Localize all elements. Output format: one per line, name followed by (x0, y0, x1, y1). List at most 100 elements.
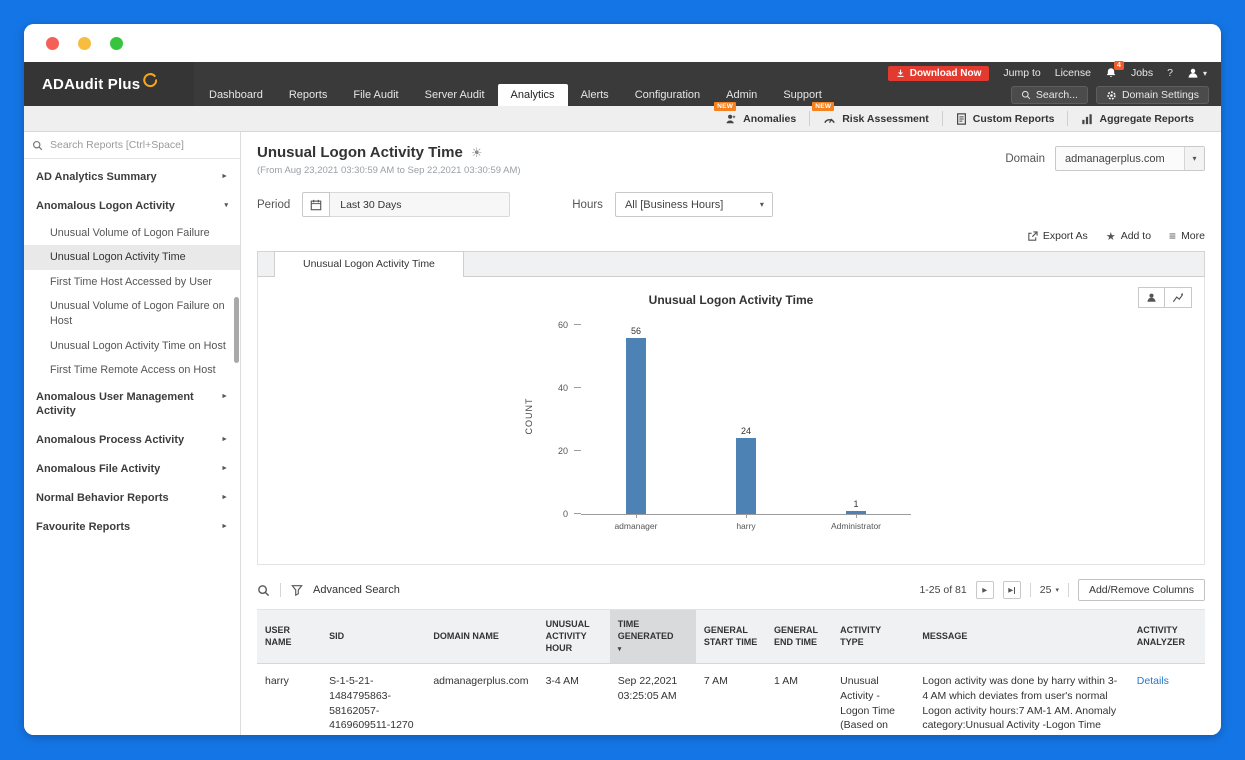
chart-title: Unusual Logon Activity Time (648, 293, 814, 307)
maximize-window-button[interactable] (110, 36, 123, 50)
export-as-button[interactable]: Export As (1027, 230, 1088, 242)
sidebar-group-anomalous-user-management[interactable]: Anomalous User Management Activity ► (24, 383, 240, 427)
column-header-general-end-time[interactable]: GENERAL END TIME (766, 609, 833, 664)
details-link[interactable]: Details (1137, 675, 1169, 687)
caret-down-icon: ▾ (1202, 68, 1207, 78)
chevron-right-icon: ► (221, 392, 228, 400)
sidebar-group-favourite-reports[interactable]: Favourite Reports ► (24, 513, 240, 542)
sidebar-group-anomalous-process-activity[interactable]: Anomalous Process Activity ► (24, 426, 240, 455)
hours-select[interactable]: All [Business Hours] ▾ (614, 192, 773, 217)
sidebar-search-input[interactable] (50, 139, 232, 151)
page-size-select[interactable]: 25 ▾ (1040, 584, 1059, 596)
advanced-search-link[interactable]: Advanced Search (313, 584, 400, 596)
add-to-button[interactable]: ★ Add to (1106, 230, 1151, 243)
chevron-down-icon: ▾ (1184, 147, 1204, 170)
funnel-icon[interactable] (291, 584, 303, 596)
header-quick-actions: Search... Domain Settings (1010, 84, 1221, 106)
column-header-time-generated[interactable]: TIME GENERATED ▾ (609, 609, 696, 664)
notifications-bell-button[interactable]: 4 (1105, 61, 1124, 79)
period-input[interactable] (330, 192, 511, 217)
sidebar-item-unusual-logon-activity-time-host[interactable]: Unusual Logon Activity Time on Host (24, 334, 240, 359)
minimize-window-button[interactable] (78, 36, 91, 50)
domain-select[interactable]: admanagerplus.com ▾ (1055, 146, 1205, 171)
search-icon[interactable] (257, 584, 270, 597)
last-page-button[interactable]: ▶ (1002, 581, 1021, 599)
report-ribbon: NEW Anomalies NEW Risk Assessment Custom… (24, 101, 1221, 132)
bar-value-label: 1 (853, 498, 859, 509)
cell-sid: S-1-5-21-1484795863-58162057-4169609511-… (329, 674, 414, 732)
tab-unusual-logon-activity-time[interactable]: Unusual Logon Activity Time (274, 251, 464, 277)
chart-view-toggle-button[interactable] (1165, 287, 1192, 308)
user-view-toggle-button[interactable] (1138, 287, 1165, 308)
report-actions: Export As ★ Add to ≡ More (257, 229, 1205, 243)
sidebar-search (24, 132, 240, 159)
close-window-button[interactable] (46, 36, 59, 50)
nav-item-file-audit[interactable]: File Audit (340, 84, 411, 106)
sidebar-item-first-time-remote-access-host[interactable]: First Time Remote Access on Host (24, 358, 240, 383)
aggregate-reports-button[interactable]: Aggregate Reports (1068, 113, 1207, 125)
sidebar-group-ad-analytics-summary[interactable]: AD Analytics Summary ► (24, 163, 240, 192)
brand-logo[interactable]: ADAudit Plus (24, 62, 194, 106)
y-tick-label: 40 (557, 383, 568, 394)
column-header-activity-type[interactable]: ACTIVITY TYPE (832, 609, 915, 664)
license-menu[interactable]: License (1055, 67, 1091, 79)
app-header: ADAudit Plus Download Now Jump to Licens… (24, 61, 1221, 106)
window-titlebar (24, 24, 1221, 62)
nav-item-server-audit[interactable]: Server Audit (412, 84, 498, 106)
table-toolbar: Advanced Search 1-25 of 81 ▶ ▶ 25 ▾ Add/… (257, 579, 1205, 601)
more-button[interactable]: ≡ More (1169, 229, 1205, 243)
chevron-right-icon: ► (221, 436, 228, 444)
sun-icon[interactable]: ☀ (471, 145, 483, 161)
jump-to-menu[interactable]: Jump to (1003, 67, 1040, 79)
y-tick-label: 0 (562, 509, 568, 519)
download-now-button[interactable]: Download Now (887, 65, 990, 81)
nav-item-analytics[interactable]: Analytics (497, 84, 568, 106)
sidebar-group-normal-behavior-reports[interactable]: Normal Behavior Reports ► (24, 484, 240, 513)
global-search-button[interactable]: Search... (1010, 86, 1088, 104)
custom-reports-button[interactable]: Custom Reports (943, 113, 1068, 125)
chart-bar[interactable] (736, 438, 756, 514)
cell-general-start-time: 7 AM (703, 674, 728, 687)
next-page-button[interactable]: ▶ (975, 581, 994, 599)
column-header-unusual-activity-hour[interactable]: UNUSUAL ACTIVITY HOUR (537, 609, 610, 664)
export-icon (1027, 230, 1038, 242)
column-header-general-start-time[interactable]: GENERAL START TIME (695, 609, 767, 664)
sidebar-item-unusual-logon-activity-time[interactable]: Unusual Logon Activity Time (24, 245, 240, 270)
anomalies-button[interactable]: NEW Anomalies (712, 101, 809, 125)
cell-unusual-activity-hour: 3-4 AM (545, 674, 579, 687)
nav-item-configuration[interactable]: Configuration (622, 84, 713, 106)
chart-bar-slot: 24 harry (736, 325, 756, 531)
jobs-menu[interactable]: Jobs (1131, 67, 1153, 79)
domain-settings-button[interactable]: Domain Settings (1095, 86, 1209, 104)
sidebar-scrollbar-thumb[interactable] (234, 297, 239, 363)
chart-bar[interactable] (625, 337, 646, 514)
column-header-message[interactable]: MESSAGE (914, 609, 1129, 664)
sidebar-item-first-time-host-accessed[interactable]: First Time Host Accessed by User (24, 270, 240, 295)
divider (280, 583, 281, 597)
help-button[interactable]: ? (1167, 67, 1173, 79)
add-remove-columns-button[interactable]: Add/Remove Columns (1077, 579, 1205, 601)
sidebar-report-tree: AD Analytics Summary ► Anomalous Logon A… (24, 159, 240, 542)
report-tab-strip: Unusual Logon Activity Time (257, 251, 1205, 277)
y-tick-mark (574, 324, 581, 325)
sidebar-item-unusual-volume-logon-failure-host[interactable]: Unusual Volume of Logon Failure on Host (24, 294, 240, 333)
sidebar-group-anomalous-file-activity[interactable]: Anomalous File Activity ► (24, 455, 240, 484)
column-header-activity-analyzer[interactable]: ACTIVITY ANALYZER (1128, 609, 1205, 664)
sidebar-group-anomalous-logon-activity[interactable]: Anomalous Logon Activity ▾ (24, 192, 240, 221)
nav-item-alerts[interactable]: Alerts (568, 84, 622, 106)
more-icon: ≡ (1169, 229, 1177, 243)
risk-assessment-button[interactable]: NEW Risk Assessment (810, 101, 942, 125)
nav-item-reports[interactable]: Reports (276, 84, 341, 106)
search-icon (32, 140, 43, 151)
sidebar-item-unusual-volume-logon-failure[interactable]: Unusual Volume of Logon Failure (24, 221, 240, 246)
desktop-background: ADAudit Plus Download Now Jump to Licens… (0, 0, 1245, 760)
user-account-menu[interactable]: ▾ (1187, 67, 1207, 79)
chart-bar[interactable] (845, 510, 866, 514)
calendar-button[interactable] (302, 192, 331, 217)
column-header-domain-name[interactable]: DOMAIN NAME (425, 609, 538, 664)
nav-item-dashboard[interactable]: Dashboard (196, 84, 276, 106)
search-icon (1021, 90, 1031, 100)
chevron-right-icon: ► (221, 494, 228, 501)
column-header-user-name[interactable]: USER NAME (257, 609, 322, 664)
column-header-sid[interactable]: SID (321, 609, 426, 664)
